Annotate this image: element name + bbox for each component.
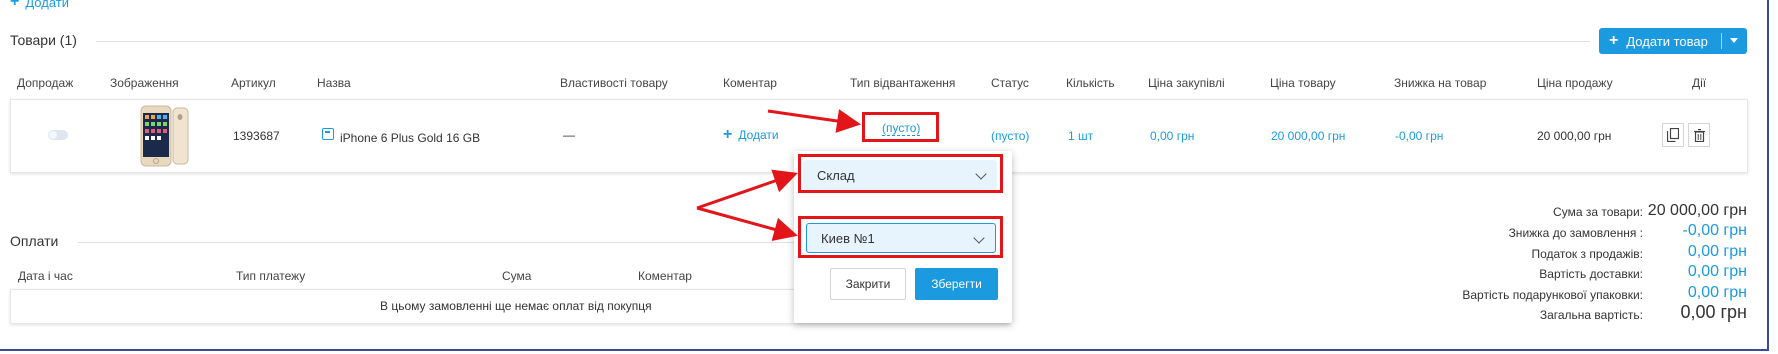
col-header-quantity: Кількість [1066,76,1115,90]
frame-border-bottom [0,349,1769,351]
highlight-box-warehouse-type [798,154,1003,193]
trash-icon [1693,128,1705,142]
save-button[interactable]: Зберегти [915,268,998,300]
delete-button[interactable] [1688,123,1710,147]
products-title: Товари (1) [10,32,77,48]
comment-add-link[interactable]: + Додати [723,127,779,143]
col-header-comment: Коментар [723,76,777,90]
summary-label-gift-wrap: Вартість подарункової упаковки: [1462,288,1643,302]
arrow-to-warehouse [696,206,798,241]
pay-col-comment: Коментар [638,269,692,283]
col-header-sku: Артикул [231,76,276,90]
col-header-shipment-type: Тип відвантаження [850,76,956,90]
upsell-toggle[interactable] [48,130,68,140]
summary-label-delivery: Вартість доставки: [1539,267,1643,281]
summary-label-tax: Податок з продажів: [1531,247,1643,261]
add-product-button[interactable]: + Додати товар [1599,28,1747,54]
order-products-page: + Додати Товари (1) + Додати товар Допро… [0,0,1778,354]
sale-price: 20 000,00 грн [1537,129,1612,143]
purchase-price-link[interactable]: 0,00 грн [1150,129,1194,143]
summary-label-products: Сума за товари: [1553,205,1643,219]
summary-value-delivery[interactable]: 0,00 грн [1688,263,1747,281]
arrow-to-warehouse-type [696,169,798,210]
top-add-label: Додати [25,0,69,10]
comment-add-label: Додати [738,128,779,142]
summary-value-total: 0,00 грн [1680,302,1747,322]
products-divider [96,41,1590,42]
col-header-upsell: Допродаж [17,76,74,90]
highlight-box-shipment [862,112,939,142]
plus-icon: + [723,126,733,143]
product-price-link[interactable]: 20 000,00 грн [1271,129,1345,143]
plus-icon: + [10,0,20,10]
product-properties: — [563,128,575,142]
close-button[interactable]: Закрити [830,268,906,300]
product-sku: 1393687 [233,129,280,143]
col-header-sale-price: Ціна продажу [1537,76,1613,90]
add-product-label: Додати товар [1626,33,1708,49]
col-header-properties: Властивості товару [560,76,668,90]
col-header-discount: Знижка на товар [1394,76,1487,90]
col-header-image: Зображення [110,76,179,90]
copy-button[interactable] [1662,123,1684,147]
plus-icon: + [1609,32,1619,49]
product-image [140,105,189,167]
status-link[interactable]: (пусто) [991,129,1029,143]
pay-col-datetime: Дата і час [18,269,73,283]
pay-col-type: Тип платежу [236,269,306,283]
col-header-actions: Дії [1692,76,1707,90]
summary-value-tax[interactable]: 0,00 грн [1688,243,1747,261]
copy-icon [1667,128,1679,142]
top-add-link[interactable]: + Додати [10,0,69,10]
discount-link[interactable]: -0,00 грн [1395,129,1443,143]
summary-value-order-discount[interactable]: -0,00 грн [1683,222,1747,240]
summary-value-products: 20 000,00 грн [1647,202,1747,219]
col-header-product-price: Ціна товару [1270,76,1336,90]
pay-col-amount: Сума [502,269,532,283]
frame-border-right [1767,0,1769,350]
summary-value-gift-wrap[interactable]: 0,00 грн [1688,284,1747,302]
payments-title: Оплати [10,233,59,249]
col-header-purchase-price: Ціна закупівлі [1148,76,1225,90]
col-header-status: Статус [991,76,1029,90]
package-icon [322,128,334,140]
summary-label-total: Загальна вартість: [1539,308,1643,322]
caret-down-icon[interactable] [1730,38,1738,43]
col-header-name: Назва [317,76,351,90]
quantity-link[interactable]: 1 шт [1068,129,1093,143]
product-name[interactable]: iPhone 6 Plus Gold 16 GB [340,131,480,145]
payments-empty-text: В цьому замовленні ще немає оплат від по… [380,299,652,313]
button-separator [1721,33,1722,49]
summary-label-order-discount: Знижка до замовлення : [1508,226,1643,240]
highlight-box-warehouse [798,216,1003,258]
